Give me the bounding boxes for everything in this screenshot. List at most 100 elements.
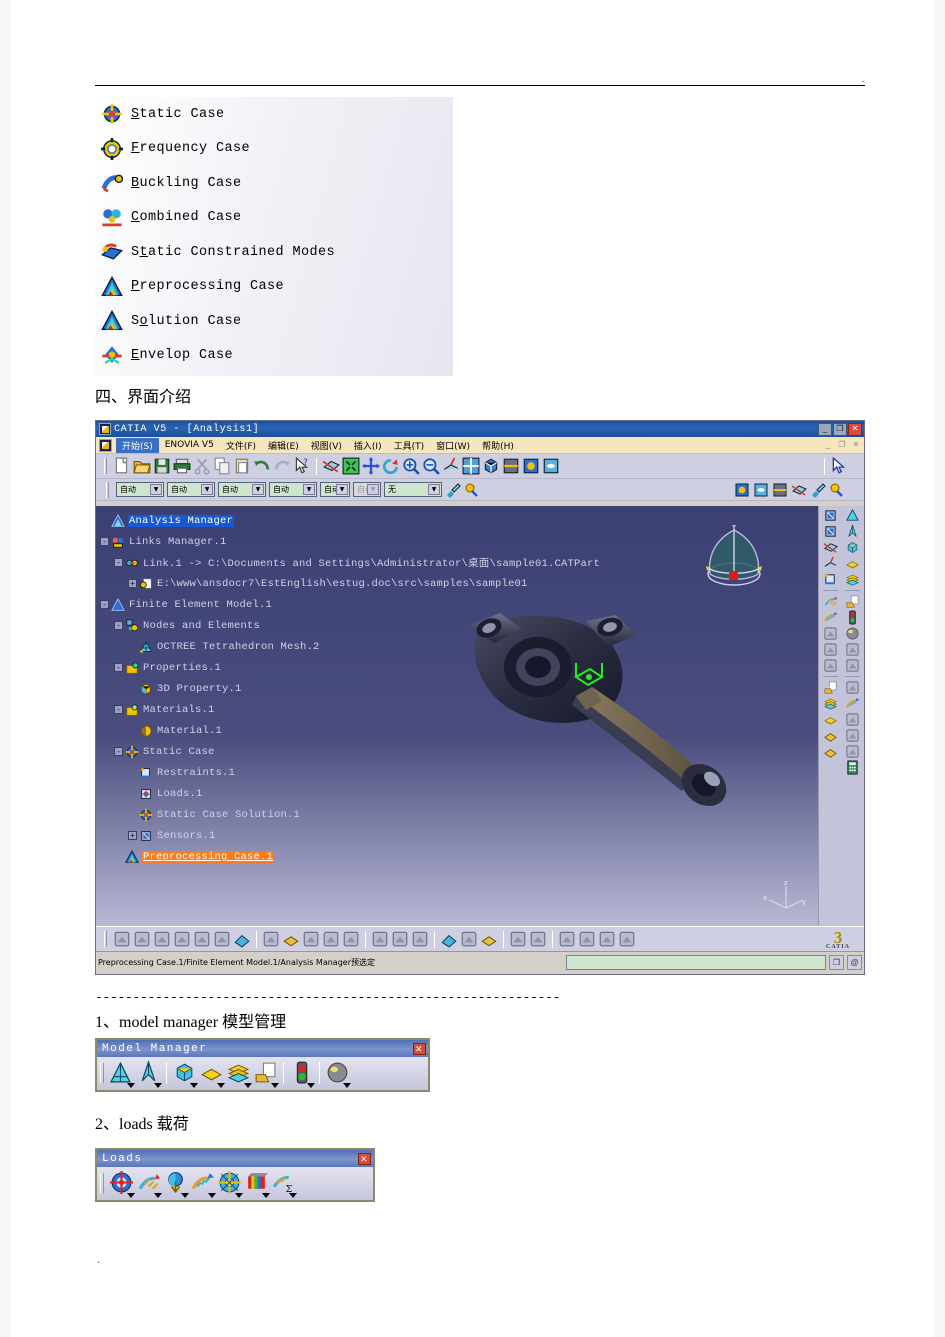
chevron-down-icon[interactable]: ▼: [428, 484, 440, 495]
case-menu-item[interactable]: Frequency Case: [95, 132, 453, 167]
2d-property-icon[interactable]: [844, 556, 861, 571]
render-style-icon[interactable]: [502, 457, 520, 475]
dropdown-caret-icon[interactable]: [208, 1193, 216, 1198]
pan-icon[interactable]: [362, 457, 380, 475]
dropdown-caret-icon[interactable]: [190, 1083, 198, 1088]
tree-node[interactable]: - Link.1 -> C:\Documents and Settings\Adm…: [100, 552, 601, 573]
measure-item-icon[interactable]: [480, 930, 498, 948]
paint-brush-icon[interactable]: [445, 482, 461, 498]
dropdown-caret-icon[interactable]: [235, 1193, 243, 1198]
image-layout-icon[interactable]: [578, 930, 596, 948]
menu-item-2[interactable]: 文件(F): [220, 438, 262, 453]
dropdown-caret-icon[interactable]: [127, 1083, 135, 1088]
composite-property-icon[interactable]: [226, 1060, 252, 1088]
tree-node-label[interactable]: Static Case: [142, 746, 216, 758]
dropdown-caret-icon[interactable]: [289, 1193, 297, 1198]
new-icon[interactable]: [113, 457, 131, 475]
acceleration-icon[interactable]: [163, 1170, 189, 1198]
generate-image-icon[interactable]: [618, 930, 636, 948]
dropdown-caret-icon[interactable]: [181, 1193, 189, 1198]
import-property-icon[interactable]: [253, 1060, 279, 1088]
3d-property-icon[interactable]: [844, 540, 861, 555]
restore-window-icon[interactable]: ❐: [829, 955, 844, 970]
collapse-icon[interactable]: -: [114, 705, 123, 714]
menu-item-0[interactable]: 开始(S): [116, 437, 159, 453]
chevron-down-icon[interactable]: ▼: [150, 484, 162, 495]
mdi-close-button[interactable]: ✕: [850, 439, 862, 450]
compass-widget[interactable]: [699, 522, 769, 594]
mdi-minimize-button[interactable]: _: [822, 439, 834, 450]
model-checker-icon[interactable]: [289, 1060, 315, 1088]
tree-node-label[interactable]: Finite Element Model.1: [128, 599, 273, 611]
menu-item-3[interactable]: 编辑(E): [262, 438, 305, 453]
apply-material-icon[interactable]: [734, 482, 750, 498]
menu-item-1[interactable]: ENOVIA V5: [159, 439, 220, 451]
octree-triangle-mesh-icon[interactable]: [844, 524, 861, 539]
paste-icon[interactable]: [233, 457, 251, 475]
undo-icon[interactable]: [253, 457, 271, 475]
highlight-icon[interactable]: [829, 482, 845, 498]
case-menu-item[interactable]: Static Constrained Modes: [95, 235, 453, 270]
minimize-button[interactable]: _: [818, 422, 832, 436]
deformation-icon[interactable]: [322, 930, 340, 948]
advanced-analysis-icon[interactable]: [213, 930, 231, 948]
tree-node-label[interactable]: Sensors.1: [156, 830, 217, 842]
toolbar-grip[interactable]: [106, 481, 109, 498]
chevron-down-icon[interactable]: ▼: [336, 484, 348, 495]
pressure-icon[interactable]: [109, 1170, 135, 1198]
analysis-combo-3[interactable]: 自动 ▼: [269, 482, 317, 497]
cut-icon[interactable]: [193, 457, 211, 475]
close-button[interactable]: ✕: [848, 422, 862, 436]
sensors-icon[interactable]: [822, 524, 839, 539]
chevron-down-icon[interactable]: ▼: [303, 484, 315, 495]
tree-node-label[interactable]: Static Case Solution.1: [156, 809, 301, 821]
calculator-icon[interactable]: [844, 760, 861, 775]
model-manager-toolbar[interactable]: Model Manager ✕: [95, 1038, 430, 1092]
composite-property-icon[interactable]: [822, 696, 839, 711]
analysis-combo-6[interactable]: 无 ▼: [384, 482, 442, 497]
tree-node-label[interactable]: Materials.1: [142, 704, 216, 716]
chevron-down-icon[interactable]: ▼: [252, 484, 264, 495]
analysis-combo-4[interactable]: 自动 ▼: [320, 482, 350, 497]
model-manager-title-bar[interactable]: Model Manager ✕: [97, 1040, 428, 1057]
case-menu-item[interactable]: Solution Case: [95, 304, 453, 339]
composite-property-icon[interactable]: [844, 572, 861, 587]
displacement-icon[interactable]: [371, 930, 389, 948]
tree-node-label[interactable]: E:\www\ansdocr7\EstEnglish\estug.doc\src…: [156, 578, 529, 590]
cut-plane-analysis-icon[interactable]: [529, 930, 547, 948]
normal-view-icon[interactable]: [442, 457, 460, 475]
menu-item-6[interactable]: 工具(T): [388, 438, 431, 453]
close-icon[interactable]: ✕: [413, 1042, 426, 1055]
generic-tool[interactable]: [844, 658, 861, 673]
loads-title-bar[interactable]: Loads ✕: [97, 1150, 373, 1167]
open-icon[interactable]: [133, 457, 151, 475]
search-icon[interactable]: [411, 930, 429, 948]
case-menu-item[interactable]: Buckling Case: [95, 166, 453, 201]
measure-icon[interactable]: [460, 930, 478, 948]
animate-icon[interactable]: [509, 930, 527, 948]
amplification-icon[interactable]: [558, 930, 576, 948]
menu-bar[interactable]: 开始(S) ENOVIA V5 文件(F) 编辑(E) 视图(V) 插入(I) 工具(T) 窗…: [96, 437, 864, 454]
chevron-down-icon[interactable]: ▼: [367, 484, 379, 495]
expand-icon[interactable]: +: [128, 831, 137, 840]
tree-node[interactable]: + E:\www\ansdocr7\EstEnglish\estug.doc\sr…: [100, 573, 601, 594]
power-input-field[interactable]: [566, 955, 826, 970]
tree-node[interactable]: Analysis Manager: [100, 510, 601, 531]
case-menu-item[interactable]: Preprocessing Case: [95, 270, 453, 305]
tree-node-label[interactable]: Nodes and Elements: [142, 620, 261, 632]
loads-toolbar[interactable]: Loads ✕ Σ: [95, 1148, 375, 1202]
apply-material-icon[interactable]: [522, 457, 540, 475]
analysis-tools-column-1[interactable]: [819, 506, 842, 926]
generic-tool[interactable]: [844, 680, 861, 695]
restraints-icon[interactable]: [822, 572, 839, 587]
copy-icon[interactable]: [213, 457, 231, 475]
compute-icon[interactable]: [133, 930, 151, 948]
dropdown-caret-icon[interactable]: [307, 1083, 315, 1088]
maximize-button[interactable]: ❐: [833, 422, 847, 436]
selection-arrow-icon[interactable]: [830, 457, 848, 475]
distributed-force-icon[interactable]: [822, 594, 839, 609]
multi-view-icon[interactable]: [462, 457, 480, 475]
force-density-icon[interactable]: [244, 1170, 270, 1198]
standard-toolbar[interactable]: ?: [96, 454, 864, 479]
collapse-icon[interactable]: -: [114, 663, 123, 672]
